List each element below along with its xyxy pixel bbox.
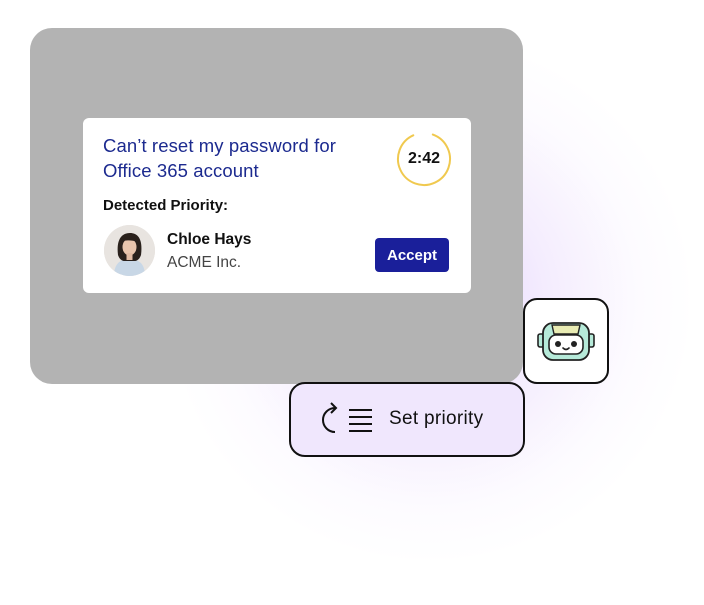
accept-button[interactable]: Accept <box>375 238 449 272</box>
timer: 2:42 <box>396 131 452 187</box>
person-photo-icon <box>104 225 155 276</box>
bot-tile[interactable] <box>523 298 609 384</box>
set-priority-button[interactable]: Set priority <box>289 382 525 457</box>
set-priority-label: Set priority <box>389 408 484 429</box>
contact-name: Chloe Hays <box>167 231 252 248</box>
ticket-title: Can’t reset my password for Office 365 a… <box>103 135 337 181</box>
avatar <box>104 225 155 276</box>
robot-icon <box>537 322 595 361</box>
detected-priority-label: Detected Priority: <box>103 197 229 214</box>
ticket-card[interactable]: Can’t reset my password for Office 365 a… <box>83 118 471 293</box>
refresh-list-icon <box>322 402 372 433</box>
timer-value: 2:42 <box>407 150 441 167</box>
contact-company: ACME Inc. <box>167 254 242 271</box>
